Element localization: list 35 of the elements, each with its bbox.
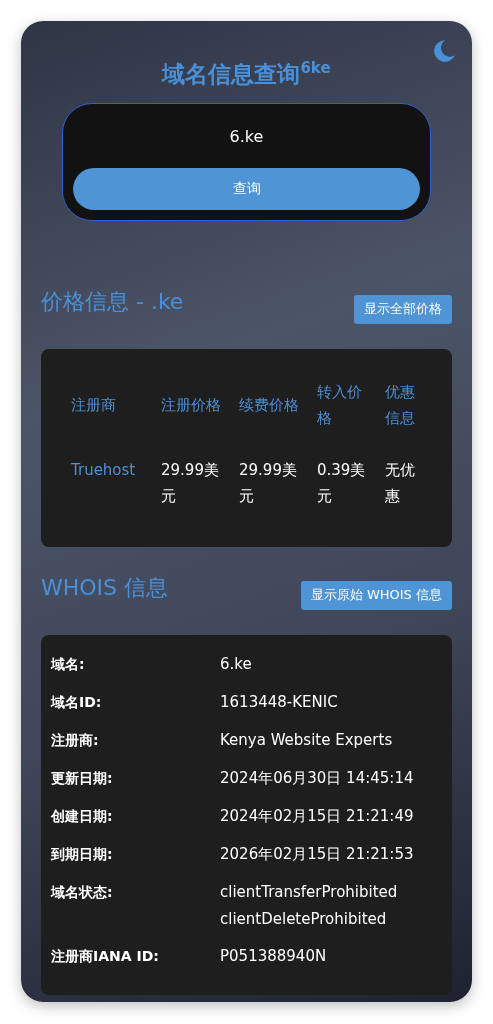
field-label: 域名: xyxy=(51,654,86,674)
table-cell-text: 29.99美元 xyxy=(238,459,298,507)
field-label: 注册商: xyxy=(51,730,100,750)
column-header: 转入价格 xyxy=(316,381,363,429)
table-cell-text: 0.39美元 xyxy=(316,459,367,507)
table-cell-text: 29.99美元 xyxy=(160,459,220,507)
query-button[interactable]: 查询 xyxy=(73,167,420,210)
field-value: 2024年06月30日 14:45:14 xyxy=(220,767,414,789)
field-label: 域名ID: xyxy=(51,692,103,712)
search-box[interactable]: 6.ke 查询 xyxy=(62,102,431,221)
table-cell-text: 无优惠 xyxy=(384,459,416,507)
column-header: 续费价格 xyxy=(238,394,300,416)
show-all-prices-button[interactable]: 显示全部价格 xyxy=(354,294,452,324)
section-heading: WHOIS 信息 xyxy=(41,573,169,602)
page-title: 域名信息查询$^{6ke}$ xyxy=(162,58,331,89)
registrar-link[interactable]: Truehost xyxy=(59,448,149,517)
section-heading: 价格信息 - .ke xyxy=(41,287,184,316)
field-value: 1613448-KENIC xyxy=(220,691,338,713)
column-header: 注册商 xyxy=(70,394,117,416)
field-label: 域名状态: xyxy=(51,882,114,902)
field-value: 2024年02月15日 21:21:49 xyxy=(220,805,414,827)
field-value: 2026年02月15日 21:21:53 xyxy=(220,843,414,865)
field-value: P051388940N xyxy=(220,945,327,967)
field-value: 6.ke xyxy=(220,653,252,675)
column-header: 注册价格 xyxy=(160,394,222,416)
field-label: 创建日期: xyxy=(51,806,114,826)
column-header: 优惠信息 xyxy=(384,381,416,429)
field-value: clientDeleteProhibited xyxy=(220,908,388,930)
field-label: 更新日期: xyxy=(51,768,114,788)
show-raw-whois-button[interactable]: 显示原始 WHOIS 信息 xyxy=(300,580,452,610)
field-value: Kenya Website Experts xyxy=(220,729,393,751)
field-label: 注册商IANA ID: xyxy=(51,946,160,966)
field-label: 到期日期: xyxy=(51,844,114,864)
field-value: clientTransferProhibited xyxy=(220,881,398,903)
domain-input[interactable]: 6.ke xyxy=(73,117,420,156)
